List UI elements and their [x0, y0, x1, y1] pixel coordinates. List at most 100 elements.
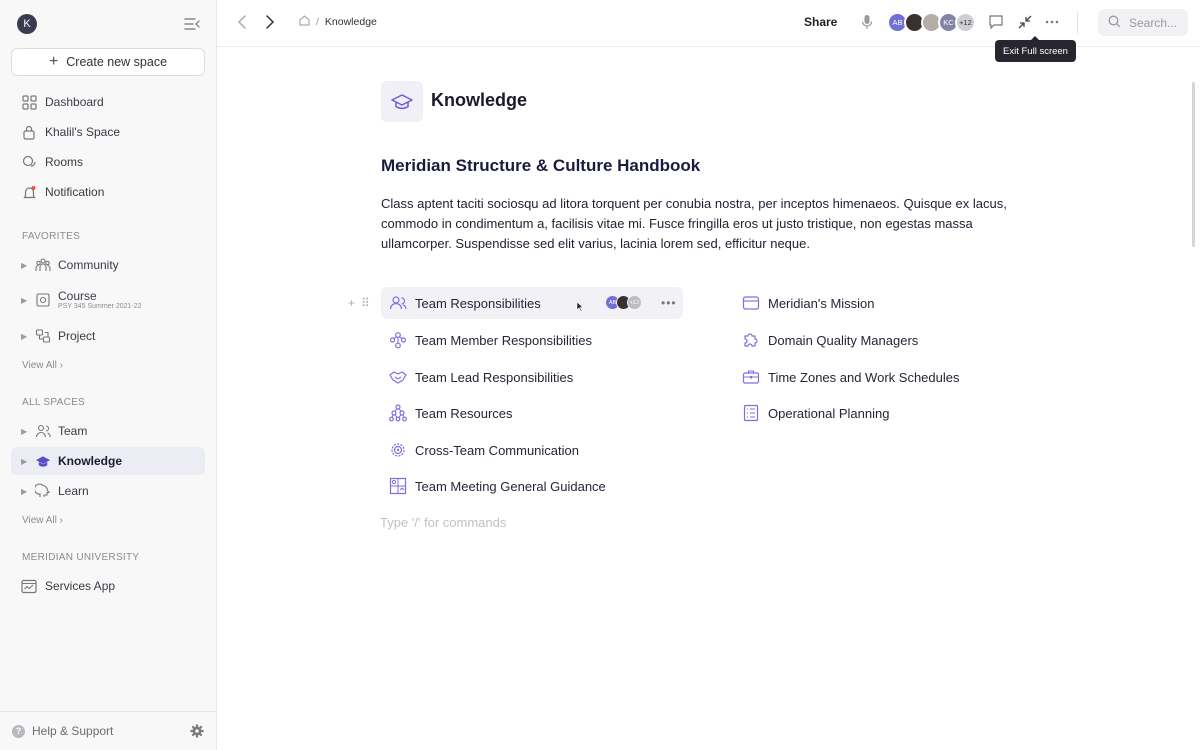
- breadcrumb-current[interactable]: Knowledge: [325, 16, 377, 28]
- board-icon: [388, 476, 408, 496]
- document-heading: Meridian Structure & Culture Handbook: [381, 156, 701, 175]
- help-support-link[interactable]: ? Help & Support: [12, 724, 113, 738]
- link-label: Team Meeting General Guidance: [415, 478, 606, 494]
- university-label: MERIDIAN UNIVERSITY: [22, 552, 140, 563]
- exit-fullscreen-tooltip: Exit Full screen: [995, 36, 1076, 62]
- collapse-sidebar-icon[interactable]: [182, 15, 202, 33]
- chevron-right-icon: ›: [59, 515, 63, 526]
- caret-right-icon[interactable]: ▶: [21, 296, 27, 305]
- forward-arrow-icon[interactable]: [263, 14, 277, 30]
- sidebar-item-label: Services App: [45, 579, 116, 593]
- mouse-cursor-icon: [576, 299, 584, 312]
- search-placeholder: Search...: [1129, 15, 1178, 30]
- drag-handle-icon[interactable]: ⠿: [361, 296, 370, 310]
- link-team-lead-responsibilities[interactable]: Team Lead Responsibilities: [388, 361, 573, 393]
- link-domain-quality-managers[interactable]: Domain Quality Managers: [741, 324, 918, 356]
- breadcrumb: / Knowledge: [299, 15, 377, 29]
- microphone-icon[interactable]: [861, 14, 873, 30]
- caret-right-icon[interactable]: ▶: [21, 457, 27, 466]
- link-label: Meridian's Mission: [768, 295, 875, 311]
- head-icon: [35, 483, 51, 499]
- link-label: Operational Planning: [768, 405, 890, 421]
- workspace-avatar[interactable]: K: [17, 14, 37, 34]
- help-icon: ?: [12, 724, 25, 738]
- share-button[interactable]: Share: [804, 15, 837, 29]
- sidebar-item-label: Knowledge: [58, 454, 123, 468]
- breadcrumb-separator: /: [316, 16, 319, 28]
- sidebar-item-notification[interactable]: Notification: [11, 178, 205, 206]
- sidebar-item-team[interactable]: ▶ Team: [11, 417, 205, 445]
- sidebar-item-community[interactable]: ▶ Community: [11, 251, 205, 279]
- add-block-icon[interactable]: +: [348, 296, 355, 310]
- link-label: Time Zones and Work Schedules: [768, 369, 960, 385]
- home-icon[interactable]: [299, 15, 310, 29]
- sidebar-item-label: Course: [58, 288, 97, 303]
- sidebar-item-learn[interactable]: ▶ Learn: [11, 477, 205, 505]
- help-label: Help & Support: [32, 724, 114, 738]
- caret-right-icon[interactable]: ▶: [21, 427, 27, 436]
- app-window-icon: [21, 578, 37, 594]
- caret-right-icon[interactable]: ▶: [21, 332, 27, 341]
- link-label: Team Member Responsibilities: [415, 332, 593, 348]
- folder-icon: [741, 293, 761, 313]
- sidebar-item-project[interactable]: ▶ Project: [11, 322, 205, 350]
- gear-cog-icon: [388, 440, 408, 460]
- sidebar-item-khalils-space[interactable]: Khalil's Space: [11, 118, 205, 146]
- network-icon: [388, 330, 408, 350]
- avatar-overflow-count[interactable]: +12: [955, 12, 976, 33]
- favorites-label: FAVORITES: [22, 231, 81, 242]
- link-label: Team Resources: [415, 405, 513, 421]
- link-team-member-responsibilities[interactable]: Team Member Responsibilities: [388, 324, 592, 356]
- team-icon: [35, 423, 51, 439]
- link-meridians-mission[interactable]: Meridian's Mission: [741, 287, 875, 319]
- comment-icon[interactable]: [988, 14, 1004, 30]
- topbar-divider: [1077, 12, 1078, 34]
- caret-right-icon[interactable]: ▶: [21, 487, 27, 496]
- sidebar-item-services-app[interactable]: Services App: [11, 572, 205, 600]
- sidebar-item-dashboard[interactable]: Dashboard: [11, 88, 205, 116]
- bell-icon: [21, 184, 37, 200]
- chat-bubbles-icon: [21, 154, 37, 170]
- page-icon[interactable]: [381, 81, 423, 122]
- link-label: Domain Quality Managers: [768, 332, 919, 348]
- search-input[interactable]: Search...: [1098, 9, 1188, 36]
- handshake-icon: [388, 367, 408, 387]
- create-space-button[interactable]: + Create new space: [11, 48, 205, 76]
- view-all-label: View All: [22, 360, 57, 371]
- scrollbar[interactable]: [1192, 82, 1195, 247]
- collaborator-avatars[interactable]: AB KC +12: [887, 12, 976, 33]
- sidebar-item-rooms[interactable]: Rooms: [11, 148, 205, 176]
- all-spaces-label: ALL SPACES: [22, 397, 86, 408]
- view-all-label: View All: [22, 515, 57, 526]
- link-operational-planning[interactable]: Operational Planning: [741, 397, 889, 429]
- settings-gear-icon[interactable]: [190, 724, 204, 738]
- exit-fullscreen-icon[interactable]: [1017, 14, 1033, 30]
- briefcase-icon: [741, 367, 761, 387]
- back-arrow-icon[interactable]: [235, 14, 249, 30]
- sidebar: K + Create new space Dashboard Khalil's …: [0, 0, 217, 750]
- caret-right-icon[interactable]: ▶: [21, 261, 27, 270]
- row-collaborator-avatars[interactable]: AB +12: [605, 295, 642, 310]
- row-more-options-icon[interactable]: •••: [661, 296, 677, 310]
- view-all-spaces-link[interactable]: View All ›: [22, 515, 63, 526]
- sidebar-item-label: Notification: [45, 185, 105, 199]
- link-team-meeting-general-guidance[interactable]: Team Meeting General Guidance: [388, 470, 606, 502]
- command-placeholder[interactable]: Type '/' for commands: [380, 515, 506, 530]
- link-label: Team Lead Responsibilities: [415, 369, 574, 385]
- sidebar-footer: ? Help & Support: [0, 711, 216, 750]
- community-icon: [35, 257, 51, 273]
- block-tools: + ⠿: [348, 296, 370, 310]
- link-cross-team-communication[interactable]: Cross-Team Communication: [388, 434, 579, 466]
- view-all-favorites-link[interactable]: View All ›: [22, 360, 63, 371]
- dashboard-icon: [21, 94, 37, 110]
- course-icon: [35, 292, 51, 308]
- link-time-zones-and-work-schedules[interactable]: Time Zones and Work Schedules: [741, 361, 959, 393]
- sidebar-item-label: Rooms: [45, 155, 84, 169]
- link-team-resources[interactable]: Team Resources: [388, 397, 513, 429]
- avatar-overflow-count[interactable]: +12: [627, 295, 642, 310]
- sidebar-item-knowledge[interactable]: ▶ Knowledge: [11, 447, 205, 475]
- project-icon: [35, 328, 51, 344]
- more-options-icon[interactable]: [1044, 14, 1060, 30]
- sidebar-item-label: Community: [58, 258, 119, 272]
- sidebar-item-course[interactable]: ▶ Course PSY 345 Summer 2021-22: [11, 286, 205, 314]
